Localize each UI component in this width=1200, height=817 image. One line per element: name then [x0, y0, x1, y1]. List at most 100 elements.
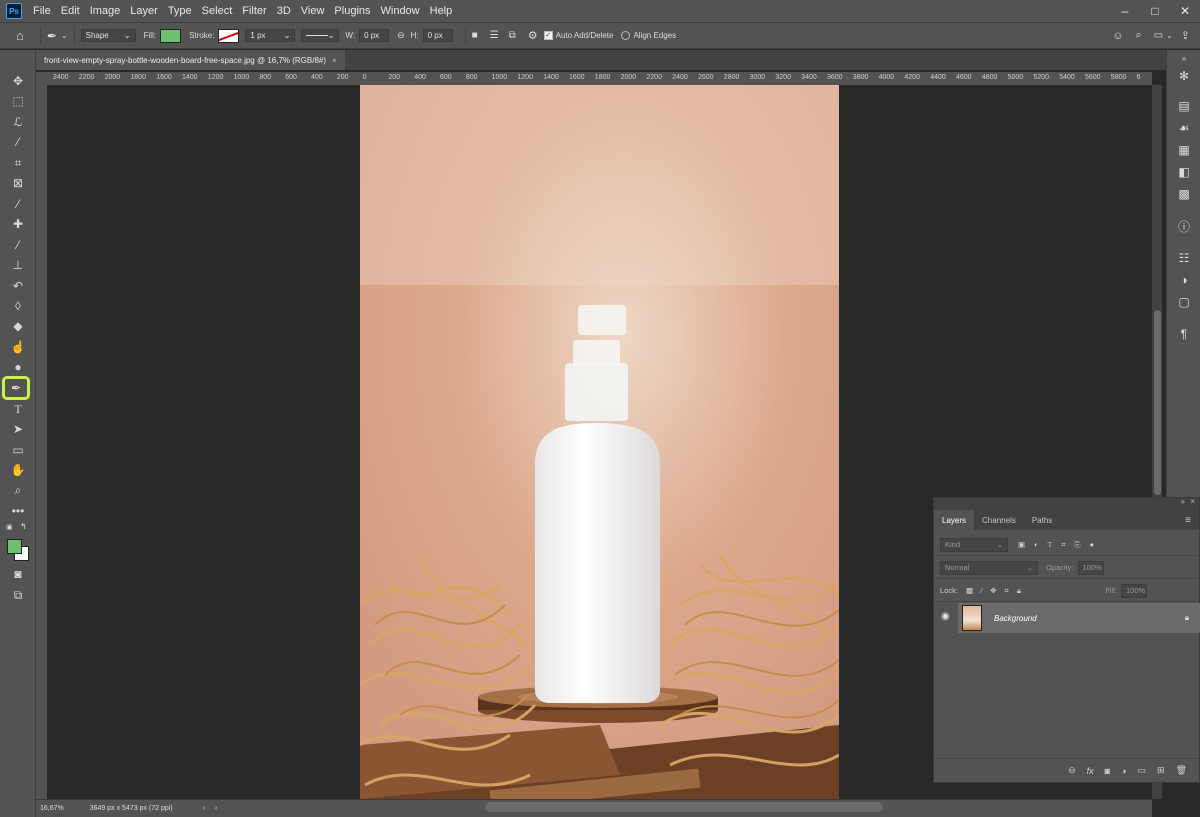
menu-select[interactable]: Select	[197, 5, 238, 17]
delete-layer-icon[interactable]: 🗑︎	[1176, 765, 1187, 776]
tool-mode-select[interactable]: Shape ⌄	[80, 29, 136, 42]
status-menu-chevron-icon[interactable]: ›	[203, 805, 205, 812]
minimize-button[interactable]: –	[1110, 4, 1140, 18]
filter-pixel-icon[interactable]: ▣	[1018, 540, 1025, 549]
3d-panel-icon[interactable]: ✻	[1175, 68, 1193, 84]
hand-tool-icon[interactable]: ✋	[7, 461, 29, 479]
lock-transparent-icon[interactable]: ▩	[966, 586, 973, 595]
marquee-tool-icon[interactable]: ⬚	[7, 92, 29, 110]
libraries-panel-icon[interactable]: ▢	[1175, 294, 1193, 310]
width-input[interactable]: 0 px	[359, 29, 390, 42]
add-mask-icon[interactable]: ◙	[1105, 766, 1110, 776]
paint-bucket-tool-icon[interactable]: ◆	[7, 317, 29, 335]
menu-3d[interactable]: 3D	[272, 5, 296, 17]
maximize-button[interactable]: □	[1140, 4, 1170, 18]
share-icon[interactable]: ⇪	[1181, 29, 1190, 42]
ruler-origin[interactable]	[36, 72, 47, 85]
lock-artboard-icon[interactable]: ⌗	[1005, 586, 1009, 596]
magic-wand-tool-icon[interactable]: ⁄	[7, 133, 29, 151]
new-group-icon[interactable]: ▭	[1138, 765, 1147, 776]
search-icon[interactable]: ⌕	[1135, 29, 1141, 42]
zoom-level[interactable]: 16,67%	[40, 805, 64, 812]
lock-position-icon[interactable]: ✥	[990, 586, 996, 595]
more-tools-icon[interactable]: •••	[7, 502, 29, 520]
new-layer-icon[interactable]: ⊞	[1157, 765, 1165, 776]
zoom-tool-icon[interactable]: ⌕	[7, 481, 29, 499]
foreground-color-swatch[interactable]	[7, 539, 22, 554]
link-layers-icon[interactable]: ⊖	[1068, 765, 1076, 776]
path-arrangement-icon[interactable]: ⧉	[509, 30, 516, 41]
pen-tool-icon[interactable]: ✒	[2, 376, 30, 400]
smudge-tool-icon[interactable]: ☝	[7, 338, 29, 356]
opacity-input[interactable]: 100%	[1077, 560, 1104, 575]
menu-filter[interactable]: Filter	[237, 5, 271, 17]
type-tool-icon[interactable]: T	[7, 400, 29, 418]
layer-style-icon[interactable]: fx	[1087, 766, 1094, 776]
gear-icon[interactable]: ⚙	[528, 29, 538, 42]
lock-all-icon[interactable]: 🔒︎	[1017, 586, 1021, 596]
path-alignment-icon[interactable]: ☰	[490, 30, 499, 41]
gradients-panel-icon[interactable]: ◧	[1175, 164, 1193, 180]
brush-settings-icon[interactable]: ☙	[1175, 120, 1193, 136]
menu-image[interactable]: Image	[85, 5, 126, 17]
filter-toggle-icon[interactable]: ●	[1089, 540, 1094, 549]
patterns-panel-icon[interactable]: ▩	[1175, 186, 1193, 202]
menu-edit[interactable]: Edit	[56, 5, 85, 17]
stroke-color-swatch[interactable]	[218, 28, 240, 43]
horizontal-ruler[interactable]: 2400 2200 2000 1800 1600 1400 1200 1000 800 600 40…	[47, 72, 1152, 86]
filter-type-icon[interactable]: T	[1048, 540, 1053, 549]
layer-kind-select[interactable]: Kind ⌄	[940, 537, 1008, 552]
stroke-type-select[interactable]: ⌄	[301, 29, 340, 42]
adjustments-panel-icon[interactable]: ◑	[1175, 272, 1193, 288]
blend-mode-select[interactable]: Normal ⌄	[940, 560, 1038, 575]
collapse-icon[interactable]: »	[1181, 497, 1185, 506]
screen-mode-icon[interactable]: ⧉	[7, 586, 29, 604]
fill-color-swatch[interactable]	[160, 28, 182, 43]
brush-tool-icon[interactable]: ⁄	[7, 236, 29, 254]
eraser-tool-icon[interactable]: ◊	[7, 297, 29, 315]
menu-file[interactable]: File	[28, 5, 56, 17]
properties-panel-icon[interactable]: ☷	[1175, 250, 1193, 266]
default-colors-icon[interactable]: ▣	[6, 523, 13, 531]
layer-item[interactable]: Background 🔒︎	[958, 603, 1200, 633]
collapse-panels-icon[interactable]: »	[1175, 50, 1193, 66]
menu-type[interactable]: Type	[163, 5, 197, 17]
filter-shape-icon[interactable]: ⌗	[1061, 540, 1065, 550]
horizontal-scrollbar-thumb[interactable]	[485, 802, 883, 812]
rectangle-tool-icon[interactable]: ▭	[7, 441, 29, 459]
filter-smart-object-icon[interactable]: ⎘	[1074, 540, 1080, 550]
eyedropper-tool-icon[interactable]: ⁄	[7, 195, 29, 213]
close-window-button[interactable]: ✕	[1170, 4, 1200, 18]
chevron-down-icon[interactable]: ⌄	[1166, 31, 1173, 40]
chevron-down-icon[interactable]: ⌄	[61, 31, 68, 40]
auto-add-delete-checkbox[interactable]: ✓	[543, 31, 553, 40]
path-selection-tool-icon[interactable]: ➤	[7, 420, 29, 438]
quick-mask-icon[interactable]: ◙	[7, 565, 29, 583]
fill-input[interactable]: 100%	[1121, 583, 1147, 598]
eye-icon[interactable]: ◉	[941, 611, 950, 622]
move-tool-icon[interactable]: ✥	[7, 72, 29, 90]
document-image[interactable]	[360, 85, 839, 799]
document-tab[interactable]: front-view-empty-spray-bottle-wooden-boa…	[36, 50, 345, 70]
user-icon[interactable]: ☺	[1112, 30, 1123, 42]
paragraph-panel-icon[interactable]: ¶	[1175, 326, 1193, 342]
clone-stamp-tool-icon[interactable]: ⊥	[7, 256, 29, 274]
height-input[interactable]: 0 px	[422, 29, 453, 42]
new-adjustment-layer-icon[interactable]: ◑	[1121, 766, 1126, 776]
frame-tool-icon[interactable]: ⊠	[7, 174, 29, 192]
layers-panel-header[interactable]: » ×	[934, 497, 1199, 510]
close-panel-icon[interactable]: ×	[1190, 497, 1195, 506]
home-icon[interactable]: ⌂	[16, 28, 24, 43]
scroll-left-icon[interactable]: ‹	[215, 805, 217, 812]
layer-name[interactable]: Background	[994, 614, 1037, 623]
vertical-scrollbar-thumb[interactable]	[1154, 310, 1161, 495]
healing-brush-tool-icon[interactable]: ✚	[7, 215, 29, 233]
workspace-icon[interactable]: ▭	[1154, 30, 1163, 41]
pen-tool-preset-icon[interactable]: ✒	[47, 29, 57, 43]
swap-colors-icon[interactable]: ↰	[20, 522, 27, 531]
align-edges-checkbox[interactable]	[621, 31, 631, 40]
tab-channels[interactable]: Channels	[974, 510, 1024, 530]
lasso-tool-icon[interactable]: ℒ	[7, 113, 29, 131]
history-brush-tool-icon[interactable]: ↶	[7, 277, 29, 295]
dodge-tool-icon[interactable]: ●	[7, 358, 29, 376]
